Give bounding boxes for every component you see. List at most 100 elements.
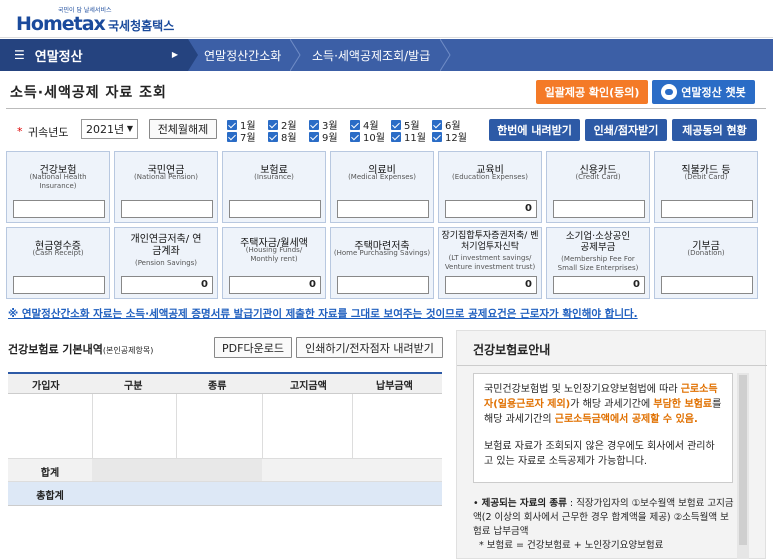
guide-list: • 제공되는 자료의 종류 : 직장가입자의 ①보수월액 보험료 고지금액(2 … bbox=[473, 497, 735, 553]
logo-text: Hometax bbox=[16, 13, 106, 35]
card-subtitle: (Housing Funds/ Monthly rent) bbox=[245, 246, 303, 263]
chatbot-button[interactable]: 연말정산 챗봇 bbox=[652, 80, 755, 104]
card-amount bbox=[661, 200, 753, 218]
row-label: 총합계 bbox=[36, 491, 64, 502]
menu-dropdown[interactable]: ☰ 연말정산 ▶ bbox=[0, 39, 188, 71]
card-subtitle: (Education Expenses) bbox=[452, 173, 528, 181]
card-subtitle: (Medical Expenses) bbox=[348, 173, 416, 181]
page-title: 소득·세액공제 자료 조회 bbox=[10, 85, 167, 101]
card-national-pension[interactable]: 국민연금 (National Pension) bbox=[114, 151, 218, 223]
guide-list-item: • 제공되는 자료의 종류 : 직장가입자의 ①보수월액 보험료 고지금액(2 … bbox=[473, 498, 734, 537]
column-header: 가입자 bbox=[32, 381, 60, 392]
card-amount bbox=[337, 276, 429, 294]
card-small-business[interactable]: 소기업·소상공인 공제부금 (Membership Fee For Small … bbox=[546, 227, 650, 299]
chatbot-label: 연말정산 챗봇 bbox=[681, 86, 746, 99]
pdf-download-button[interactable]: PDF다운로드 bbox=[214, 337, 292, 358]
card-subtitle: (National Health Insurance) bbox=[29, 173, 87, 190]
card-subtitle: (Home Purchasing Savings) bbox=[333, 249, 431, 257]
year-select[interactable]: 2021년 ▼ bbox=[81, 119, 138, 139]
month-label: 12월 bbox=[445, 133, 467, 144]
card-amount bbox=[13, 200, 105, 218]
print-braille-button[interactable]: 인쇄/점자받기 bbox=[585, 119, 667, 141]
top-header: 국민이 담 날세서비스 Hometax 국세청홈택스 bbox=[0, 0, 773, 38]
month-checkbox[interactable]: 8월 bbox=[268, 129, 297, 144]
card-subtitle: (Membership Fee For Small Size Enterpris… bbox=[557, 255, 639, 272]
month-checkbox[interactable]: 12월 bbox=[432, 129, 467, 144]
guide-paragraph-2: 보험료 자료가 조회되지 않은 경우에도 회사에서 관리하고 있는 자료로 소득… bbox=[484, 441, 715, 467]
checkbox-checked-icon bbox=[391, 131, 401, 142]
card-subtitle: (Credit Card) bbox=[575, 173, 621, 181]
card-cash-receipt[interactable]: 현금영수증 (Cash Receipt) bbox=[6, 227, 110, 299]
consent-status-button[interactable]: 제공동의 현황 bbox=[672, 119, 757, 141]
card-title: 개인연금저축/ 연금계좌 bbox=[130, 234, 202, 257]
card-amount: 0 bbox=[445, 276, 537, 294]
column-header: 구분 bbox=[124, 381, 143, 392]
chevron-separator-icon bbox=[440, 39, 451, 71]
column-header: 납부금액 bbox=[376, 381, 413, 392]
divider bbox=[6, 108, 766, 109]
card-title: 장기집합투자증권저축/ 벤처기업투자신탁 bbox=[441, 231, 539, 252]
card-amount bbox=[661, 276, 753, 294]
guide-list-label: 제공되는 자료의 종류 bbox=[481, 498, 567, 509]
card-subtitle: (Debit Card) bbox=[684, 173, 728, 181]
download-all-button[interactable]: 한번에 내려받기 bbox=[489, 119, 580, 141]
scrollbar-thumb[interactable] bbox=[739, 375, 747, 545]
checkbox-checked-icon bbox=[227, 131, 237, 142]
card-health-insurance[interactable]: 건강보험 (National Health Insurance) bbox=[6, 151, 110, 223]
checkbox-checked-icon bbox=[227, 119, 237, 130]
checkbox-checked-icon bbox=[309, 131, 319, 142]
card-medical[interactable]: 의료비 (Medical Expenses) bbox=[330, 151, 434, 223]
column-header: 고지금액 bbox=[290, 381, 327, 392]
month-checkbox[interactable]: 11월 bbox=[391, 129, 426, 144]
card-pension-savings[interactable]: 개인연금저축/ 연금계좌 (Pension Savings) 0 bbox=[114, 227, 218, 299]
card-amount bbox=[13, 276, 105, 294]
breadcrumb-simplified[interactable]: 연말정산간소화 bbox=[204, 39, 281, 71]
checkbox-checked-icon bbox=[391, 119, 401, 130]
divider bbox=[457, 365, 767, 366]
checkbox-checked-icon bbox=[432, 131, 442, 142]
checkbox-checked-icon bbox=[268, 131, 278, 142]
guide-highlight: 부담한 보험료 bbox=[653, 399, 713, 410]
card-title: 소기업·소상공인 공제부금 bbox=[565, 231, 631, 253]
guide-paragraph-1: 국민건강보험법 및 노인장기요양보험법에 따라 근로소득자(일용근로자 제외)가… bbox=[484, 382, 722, 427]
scrollbar[interactable] bbox=[737, 373, 749, 559]
card-home-purchasing-savings[interactable]: 주택마련저축 (Home Purchasing Savings) bbox=[330, 227, 434, 299]
breadcrumb-nav: ☰ 연말정산 ▶ 연말정산간소화 소득·세액공제조회/발급 bbox=[0, 39, 773, 71]
month-label: 11월 bbox=[404, 133, 426, 144]
year-label: 귀속년도 bbox=[28, 126, 69, 139]
card-subtitle: (Donation) bbox=[687, 249, 725, 257]
print-download-button[interactable]: 인쇄하기/전자점자 내려받기 bbox=[296, 337, 443, 358]
guide-text: 국민건강보험법 및 노인장기요양보험법에 따라 bbox=[484, 384, 681, 395]
detail-title-sub: (본인공제항목) bbox=[102, 346, 154, 355]
card-amount: 0 bbox=[553, 276, 645, 294]
bulk-consent-button[interactable]: 일괄제공 확인(동의) bbox=[536, 80, 648, 104]
triangle-right-icon: ▶ bbox=[171, 50, 178, 59]
card-housing-funds[interactable]: 주택자금/월세액 (Housing Funds/ Monthly rent) 0 bbox=[222, 227, 326, 299]
checkbox-checked-icon bbox=[350, 119, 360, 130]
guide-box: 국민건강보험법 및 노인장기요양보험법에 따라 근로소득자(일용근로자 제외)가… bbox=[473, 373, 733, 483]
card-debit-card[interactable]: 직불카드 등 (Debit Card) bbox=[654, 151, 758, 223]
card-credit-card[interactable]: 신용카드 (Credit Card) bbox=[546, 151, 650, 223]
filter-row: * 귀속년도 2021년 ▼ 전체월해제 1월 2월 3월 4월 5월 6월 7… bbox=[0, 112, 773, 146]
chatbot-icon bbox=[661, 84, 678, 100]
notice-text: ※ 연말정산간소화 자료는 소득·세액공제 증명서류 발급기관이 제출한 자료를… bbox=[8, 308, 638, 320]
breadcrumb-deduction-lookup[interactable]: 소득·세액공제조회/발급 bbox=[312, 39, 430, 71]
card-amount bbox=[121, 200, 213, 218]
guide-list-item: * 보험료 = 건강보험료 + 노인장기요양보험료 bbox=[479, 540, 664, 551]
row-label: 합계 bbox=[40, 468, 60, 479]
checkbox-checked-icon bbox=[350, 131, 360, 142]
checkbox-checked-icon bbox=[268, 119, 278, 130]
month-checkbox[interactable]: 10월 bbox=[350, 129, 385, 144]
card-education[interactable]: 교육비 (Education Expenses) 0 bbox=[438, 151, 542, 223]
chevron-separator-icon bbox=[188, 39, 198, 71]
card-lt-investment[interactable]: 장기집합투자증권저축/ 벤처기업투자신탁 (LT investment savi… bbox=[438, 227, 542, 299]
card-donation[interactable]: 기부금 (Donation) bbox=[654, 227, 758, 299]
chevron-down-icon: ▼ bbox=[126, 124, 133, 133]
hamburger-icon: ☰ bbox=[14, 48, 25, 62]
toggle-all-months-button[interactable]: 전체월해제 bbox=[149, 119, 217, 139]
month-checkbox[interactable]: 9월 bbox=[309, 129, 338, 144]
card-subtitle: (National Pension) bbox=[134, 173, 198, 181]
card-insurance[interactable]: 보험료 (Insurance) bbox=[222, 151, 326, 223]
year-select-value: 2021년 bbox=[86, 123, 125, 136]
month-checkbox[interactable]: 7월 bbox=[227, 129, 256, 144]
